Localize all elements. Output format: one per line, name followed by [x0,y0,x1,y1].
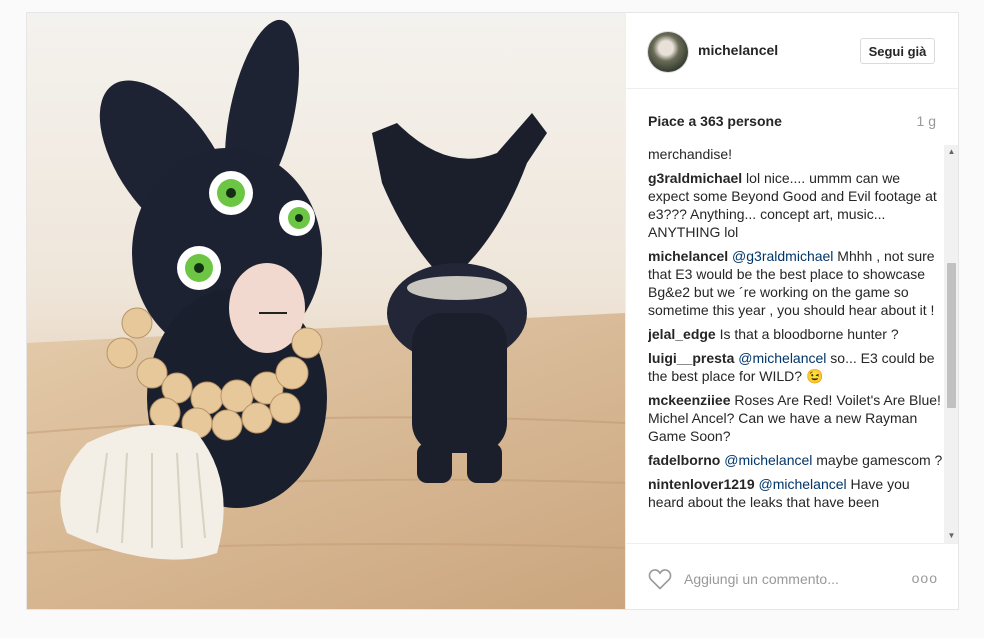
scroll-up-arrow-icon[interactable]: ▲ [944,145,958,159]
heart-icon[interactable] [648,568,672,590]
comment-username-link[interactable]: luigi__presta [648,350,734,366]
comment-item: nintenlover1219 @michelancel Have you he… [648,475,944,511]
comment-username-link[interactable]: michelancel [648,248,728,264]
mention-link[interactable]: @michelancel [724,452,812,468]
mention-link[interactable]: @michelancel [759,476,847,492]
username-link[interactable]: michelancel [698,42,778,58]
following-button[interactable]: Segui già [860,38,935,64]
avatar[interactable] [648,32,688,72]
more-options-icon[interactable]: ooo [912,570,938,586]
comment-username-link[interactable]: fadelborno [648,452,720,468]
post-card: michelancel Segui già Piace a 363 person… [26,12,959,610]
comment-item: g3raldmichael lol nice.... ummm can we e… [648,169,944,241]
post-header: michelancel Segui già [626,13,958,89]
comment-username-link[interactable]: nintenlover1219 [648,476,755,492]
comment-item: merchandise! [648,145,944,163]
post-sidebar: michelancel Segui già Piace a 363 person… [625,13,958,609]
comment-username-link[interactable]: mckeenziiee [648,392,731,408]
mention-link[interactable]: @g3raldmichael [732,248,833,264]
comments-scrollbar[interactable]: ▲ ▼ [944,145,958,543]
comment-item: fadelborno @michelancel maybe gamescom ? [648,451,944,469]
likes-count[interactable]: Piace a 363 persone [648,113,782,129]
comment-text: Is that a bloodborne hunter ? [715,326,899,342]
comment-item: luigi__presta @michelancel so... E3 coul… [648,349,944,385]
comment-item: michelancel @g3raldmichael Mhhh , not su… [648,247,944,319]
scroll-thumb[interactable] [947,263,956,408]
scroll-down-arrow-icon[interactable]: ▼ [944,529,958,543]
comment-username-link[interactable]: g3raldmichael [648,170,742,186]
post-image [27,13,625,609]
comment-text: maybe gamescom ? [812,452,943,468]
comment-item: jelal_edge Is that a bloodborne hunter ? [648,325,944,343]
comment-text: merchandise! [648,146,733,162]
post-photo[interactable] [27,13,625,609]
comments-list[interactable]: merchandise! g3raldmichael lol nice.... u… [648,145,944,543]
comment-item: mckeenziiee Roses Are Red! Voilet's Are … [648,391,944,445]
comment-bar: ooo [626,543,958,609]
mention-link[interactable]: @michelancel [738,350,826,366]
post-age: 1 g [916,113,936,129]
comment-username-link[interactable]: jelal_edge [648,326,716,342]
comment-input[interactable] [684,566,894,592]
